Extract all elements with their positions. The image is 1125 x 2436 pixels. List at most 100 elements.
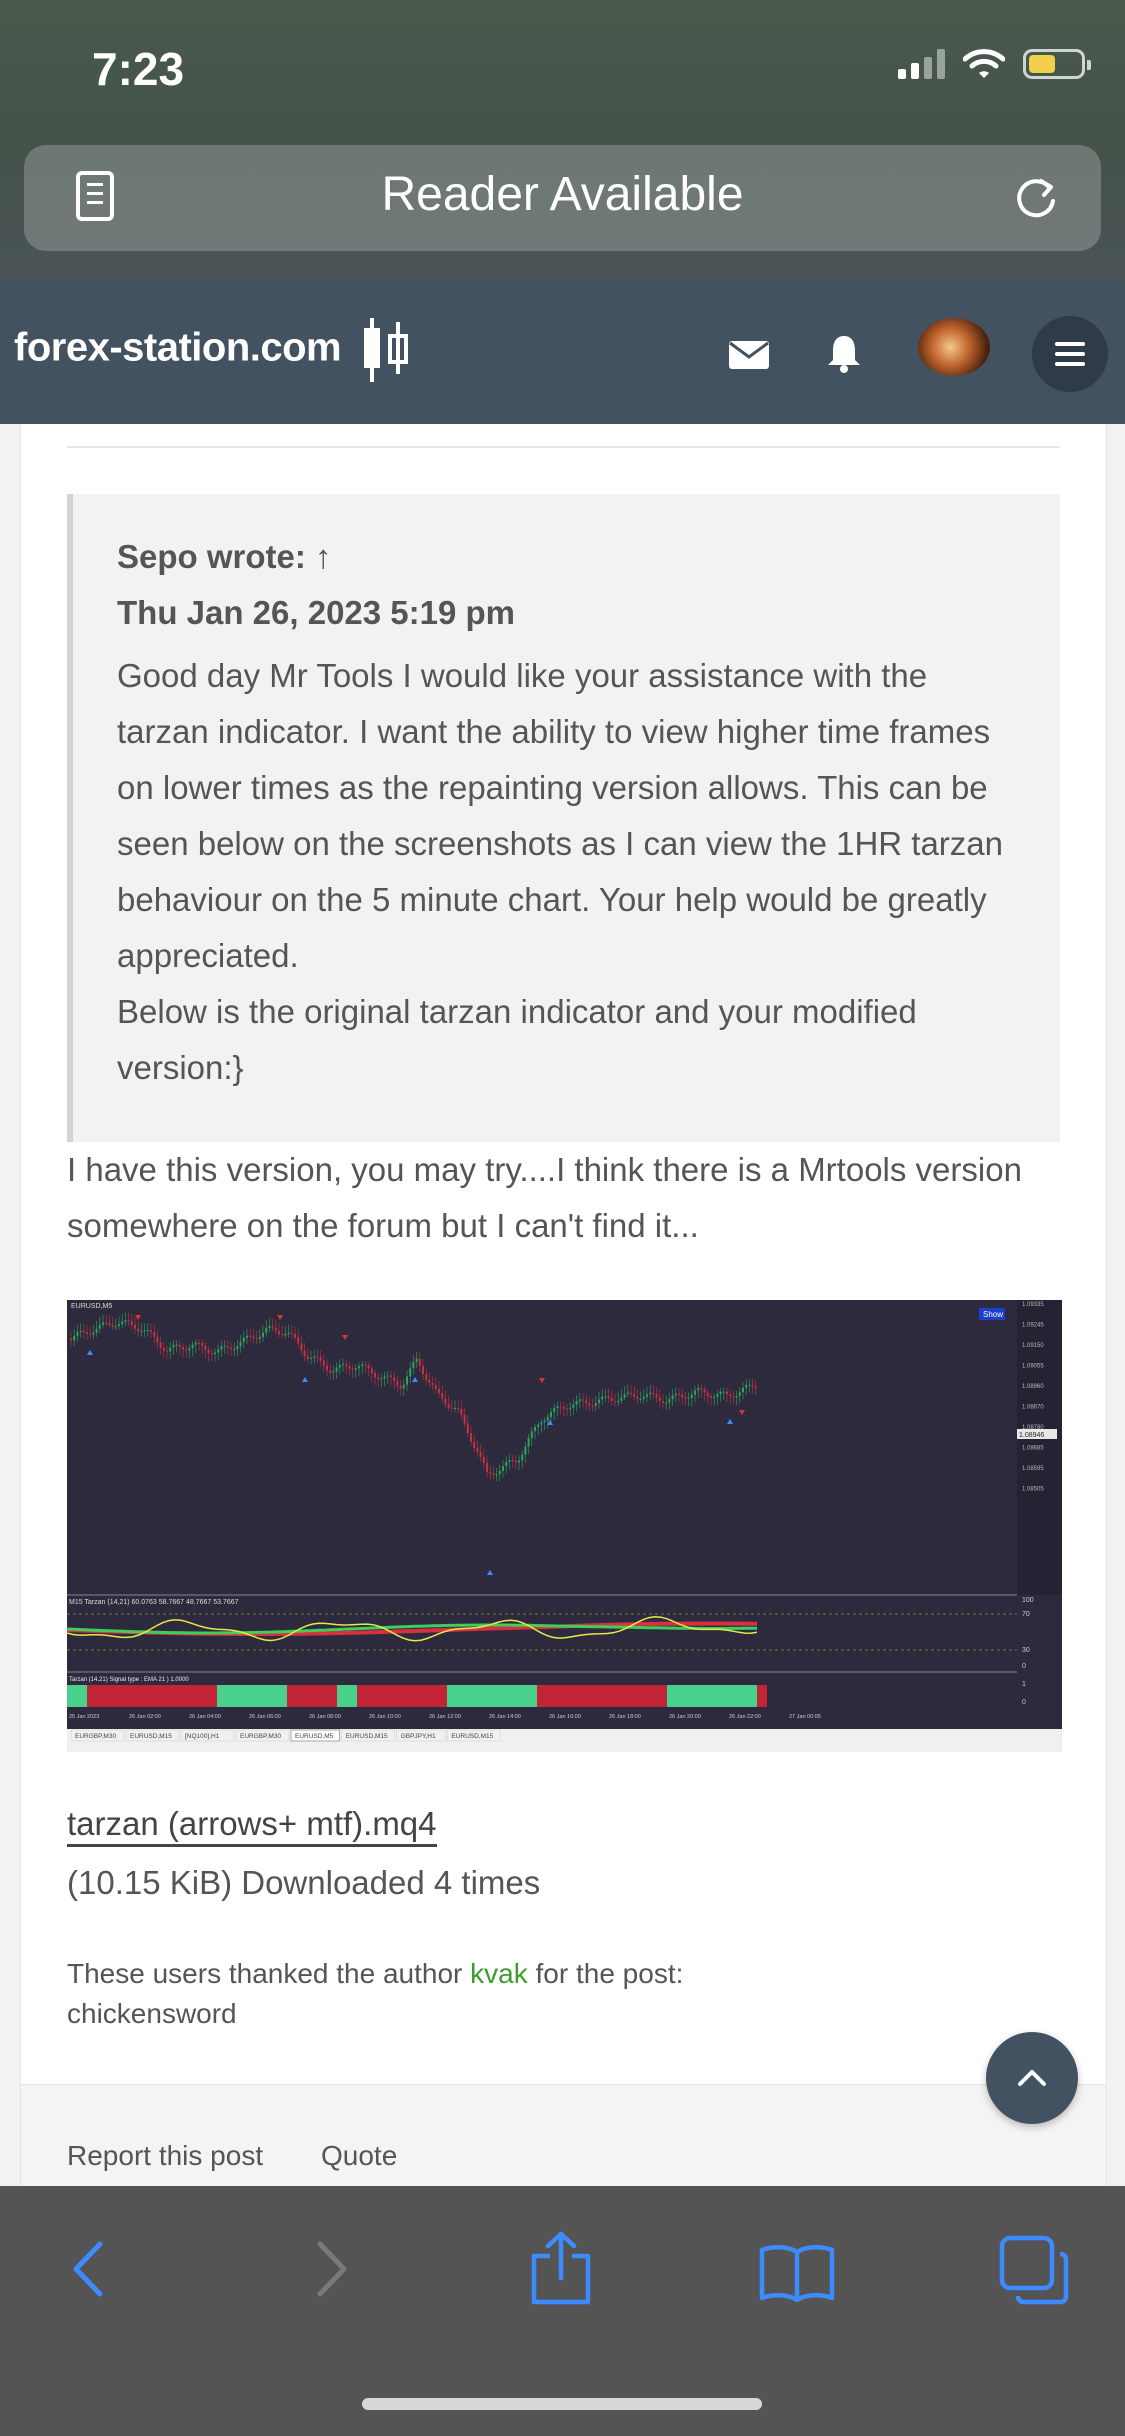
candle-body	[342, 1364, 344, 1366]
candle-body	[226, 1345, 229, 1348]
candle-body	[399, 1385, 402, 1389]
candle-body	[409, 1368, 412, 1377]
current-price-label: 1.08946	[1019, 1432, 1044, 1439]
bookmarks-icon[interactable]	[758, 2242, 836, 2302]
quote-body: Good day Mr Tools I would like your assi…	[117, 648, 1027, 1096]
quote-link[interactable]: Quote	[321, 2140, 397, 2172]
histogram-bull-bar	[217, 1685, 287, 1707]
candle-body	[498, 1470, 501, 1475]
share-icon[interactable]	[528, 2230, 594, 2306]
candle-body	[271, 1326, 274, 1328]
candle-body	[111, 1325, 114, 1327]
candle-body	[169, 1347, 172, 1352]
candle-body	[281, 1334, 284, 1336]
thanks-users[interactable]: chickensword	[67, 1998, 237, 2030]
candle-body	[124, 1320, 127, 1322]
tabs-icon[interactable]	[998, 2234, 1070, 2306]
address-text[interactable]: Reader Available	[24, 167, 1101, 222]
candle-body	[300, 1343, 303, 1351]
candle-body	[617, 1400, 620, 1403]
candle-body	[402, 1384, 405, 1389]
candle-body	[706, 1392, 709, 1397]
avatar[interactable]	[918, 318, 990, 376]
candle-body	[316, 1356, 319, 1358]
quote-author[interactable]: Sepo wrote: ↑	[117, 538, 332, 576]
back-icon[interactable]	[64, 2236, 114, 2302]
site-logo[interactable]: forex-station.com	[14, 318, 414, 382]
candle-body	[79, 1330, 82, 1333]
candle-body	[716, 1394, 719, 1397]
candle-body	[140, 1330, 143, 1332]
candle-body	[380, 1378, 383, 1380]
candle-body	[89, 1334, 92, 1336]
candle-body	[134, 1324, 136, 1329]
candle-body	[319, 1357, 322, 1361]
candle-body	[303, 1350, 306, 1357]
thanks-author-link[interactable]: kvak	[470, 1958, 528, 1989]
candle-body	[284, 1334, 287, 1336]
candle-body	[527, 1438, 530, 1447]
candle-body	[198, 1342, 200, 1344]
candle-body	[505, 1461, 508, 1467]
cellular-signal-icon	[898, 49, 945, 79]
candle-body	[188, 1348, 191, 1351]
candle-body	[444, 1398, 447, 1405]
candle-body	[338, 1364, 341, 1368]
candle-body	[345, 1364, 348, 1367]
candle-body	[431, 1382, 434, 1386]
candle-body	[466, 1423, 469, 1434]
thanks-line: These users thanked the author kvak for …	[67, 1958, 683, 1990]
candle-body	[274, 1327, 277, 1332]
reload-icon[interactable]	[1011, 173, 1061, 223]
attachment-link[interactable]: tarzan (arrows+ mtf).mq4	[67, 1804, 437, 1847]
candle-body	[450, 1407, 453, 1409]
bell-icon[interactable]	[826, 334, 862, 374]
histogram-bull-bar	[337, 1685, 357, 1707]
candle-body	[694, 1390, 696, 1395]
candle-body	[639, 1398, 642, 1400]
histogram-bull-bar	[447, 1685, 537, 1707]
price-tick-label: 1.08870	[1022, 1405, 1044, 1411]
candle-body	[585, 1400, 588, 1404]
candle-body	[121, 1321, 124, 1325]
candle-body	[249, 1335, 252, 1337]
report-post-link[interactable]: Report this post	[67, 2140, 263, 2172]
candle-body	[287, 1332, 290, 1335]
candle-body	[166, 1350, 168, 1352]
address-bar[interactable]: Reader Available	[24, 145, 1101, 251]
candle-body	[630, 1392, 632, 1395]
candle-body	[607, 1396, 610, 1399]
scroll-top-button[interactable]	[986, 2032, 1078, 2124]
candle-body	[230, 1347, 232, 1350]
candle-body	[636, 1396, 639, 1400]
candle-body	[713, 1396, 716, 1398]
candle-body	[262, 1332, 264, 1337]
candle-body	[495, 1474, 498, 1476]
candle-body	[428, 1379, 431, 1383]
candle-body	[652, 1392, 655, 1394]
quote-block: Sepo wrote: ↑ Thu Jan 26, 2023 5:19 pm G…	[67, 494, 1060, 1142]
candle-body	[601, 1396, 604, 1400]
mail-icon[interactable]	[728, 340, 770, 370]
candle-body	[556, 1406, 559, 1409]
candle-body	[236, 1346, 239, 1350]
candle-body	[668, 1399, 671, 1403]
candle-body	[671, 1395, 674, 1400]
candle-body	[441, 1393, 444, 1399]
chart-tab-label: GBPJPY,H1	[401, 1733, 436, 1740]
candle-body	[569, 1407, 572, 1409]
candle-body	[620, 1397, 623, 1401]
hamburger-icon[interactable]	[1032, 316, 1108, 392]
candle-body	[172, 1344, 175, 1348]
chart-tab-label: EURUSD,M15	[130, 1733, 172, 1740]
chart-screenshot[interactable]: EURUSD,M5 Show 1.09335 1.09245 1.09150 1.09…	[67, 1300, 1062, 1752]
forward-icon[interactable]	[306, 2236, 356, 2302]
candle-body	[377, 1377, 380, 1380]
candle-body	[457, 1407, 460, 1410]
candle-body	[108, 1322, 111, 1326]
price-tick-label: 1.08505	[1022, 1487, 1044, 1493]
time-tick-label: 26 Jan 06:00	[249, 1714, 281, 1720]
time-tick-label: 25 Jan 2023	[69, 1714, 99, 1720]
candle-body	[326, 1365, 328, 1371]
candle-body	[678, 1393, 680, 1395]
